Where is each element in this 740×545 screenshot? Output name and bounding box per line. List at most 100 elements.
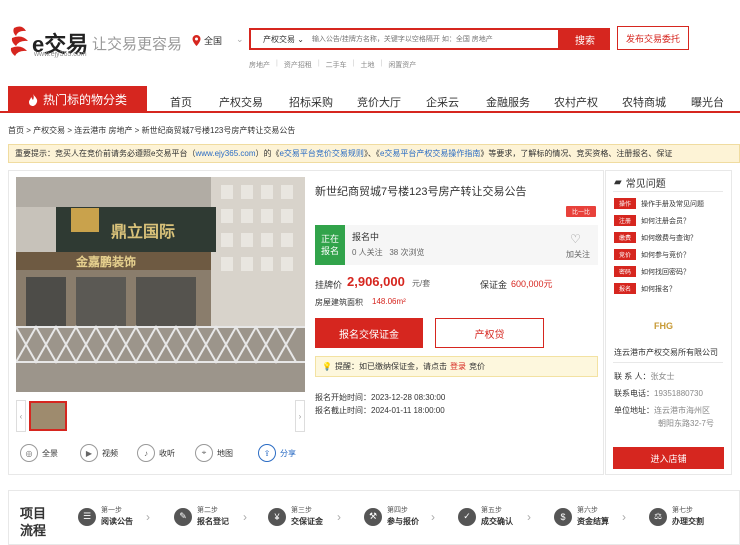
faq-item[interactable]: 报名 如何报名？ [614, 283, 676, 294]
flow-title: 项目 流程 [20, 505, 46, 539]
follow-button[interactable]: 加关注 [566, 249, 590, 260]
faq-item[interactable]: 注册 如何注册会员？ [614, 215, 690, 226]
pay-deposit-button[interactable]: 报名交保证金 [315, 318, 423, 348]
graduation-cap-icon: ▰ [614, 177, 622, 188]
important-notice: 重要提示：竞买人在竞价前请务必遵照e交易平台（ www.ejy365.com ）… [8, 144, 740, 163]
step-title: 阅读公告 [101, 517, 133, 526]
address-label: 单位地址： [614, 406, 654, 415]
status-text: 报名中 [352, 232, 380, 242]
step-title: 成交确认 [481, 517, 513, 526]
flow-title-line: 项目 [20, 506, 47, 521]
notice-text: 重要提示：竞买人在竞价前请务必遵照e交易平台（ [15, 149, 196, 158]
category-menu-button[interactable]: 热门标的物分类 [8, 86, 147, 113]
notice-guide-link[interactable]: e交易平台产权交易操作指南 [380, 148, 480, 159]
tool-label: 视频 [102, 448, 118, 458]
logo-mark-icon [8, 24, 34, 58]
video-icon: ▶ [80, 444, 98, 462]
flow-step: $ 第六步 资金结算 [554, 505, 609, 528]
scales-icon: ⚖ [649, 507, 667, 526]
hot-word-link[interactable]: 二手车 [326, 60, 347, 70]
hot-word-link[interactable]: 房地产 [249, 60, 270, 70]
org-logo: FHG [654, 321, 673, 331]
faq-item[interactable]: 缴费 如何缴费与查询？ [614, 232, 697, 243]
signup-start-time: 报名开始时间：2023-12-28 08:30:00 [315, 393, 446, 402]
notice-text: 》等要求，了解标的情况、竞买资格、注册报名、保证 [480, 149, 673, 158]
faq-item[interactable]: 密码 如何找回密码？ [614, 266, 690, 277]
notice-site-link[interactable]: www.ejy365.com [195, 149, 255, 158]
flow-step: ✓ 第五步 成交确认 [458, 505, 513, 528]
chevron-right-icon: › [337, 510, 341, 524]
check-icon: ✓ [458, 507, 476, 526]
region-label: 全国 [204, 36, 223, 46]
chevron-right-icon: › [243, 510, 247, 524]
nav-exposure[interactable]: 曝光台 [691, 94, 724, 110]
step-number: 第四步 [387, 507, 408, 514]
nav-property-trade[interactable]: 产权交易 [219, 94, 263, 110]
faq-item[interactable]: 操作 操作手册及常见问题 [614, 198, 704, 209]
search-button[interactable]: 搜索 [560, 28, 610, 50]
search-category-dropdown[interactable]: 产权交易 ⌄ [251, 34, 312, 45]
faq-title: ▰ 常见问题 [614, 175, 666, 190]
nav-bidding-hall[interactable]: 竞价大厅 [357, 94, 401, 110]
thumb-next-button[interactable]: › [295, 400, 305, 432]
property-loan-button[interactable]: 产权贷 [435, 318, 544, 348]
enter-shop-button[interactable]: 进入店铺 [613, 447, 724, 469]
area-label: 房屋建筑面积 [315, 298, 363, 307]
chevron-right-icon: › [527, 510, 531, 524]
chevron-down-icon[interactable]: ⌄ [236, 34, 244, 45]
tool-map[interactable]: ⌖ 地图 [195, 442, 233, 464]
step-title: 报名登记 [197, 517, 229, 526]
faq-item[interactable]: 竞价 如何参与竞价？ [614, 249, 690, 260]
breadcrumb[interactable]: 首页 > 产权交易 > 连云港市 房地产 > 新世纪商贸城7号楼123号房产转让… [8, 125, 295, 136]
price-label: 挂牌价 [315, 280, 343, 290]
nav-rural-property[interactable]: 农村产权 [554, 94, 598, 110]
heart-icon[interactable]: ♡ [570, 232, 581, 246]
thumb-prev-button[interactable]: ‹ [16, 400, 26, 432]
document-icon: ☰ [78, 507, 96, 526]
faq-tag: 竞价 [614, 249, 636, 260]
faq-title-label: 常见问题 [625, 179, 666, 190]
deposit-tip: 💡 提醒：如已缴纳保证金，请点击 登录 竞价 [315, 356, 598, 377]
signup-end-time: 报名截止时间：2024-01-11 18:00:00 [315, 406, 445, 415]
status-tag-line: 正在 [320, 234, 339, 244]
nav-specialty-mall[interactable]: 农特商城 [622, 94, 666, 110]
property-photo[interactable]: 鼎立国际 金嘉鹏装饰 [16, 177, 305, 392]
tool-share[interactable]: ⇪ 分享 [258, 442, 296, 464]
nav-home[interactable]: 首页 [170, 94, 192, 110]
edit-icon: ✎ [174, 507, 192, 526]
contact-phone: 联系电话：19351880730 [614, 388, 703, 399]
address-value-line-2: 朝阳东路32-7号 [658, 419, 715, 428]
location-pin-icon [192, 35, 201, 46]
hot-word-link[interactable]: 资产招租 [284, 60, 312, 70]
faq-tag: 操作 [614, 198, 636, 209]
followers-count: 0 人关注 [352, 248, 383, 257]
flame-icon [28, 93, 38, 106]
tool-listen[interactable]: ♪ 收听 [137, 442, 175, 464]
contact-value: 张女士 [650, 372, 675, 381]
chevron-right-icon: › [146, 510, 150, 524]
photo-thumbnail[interactable] [29, 401, 67, 431]
lightbulb-icon: 💡 [322, 362, 332, 371]
shield-yuan-icon: ¥ [268, 507, 286, 526]
login-link[interactable]: 登录 [450, 361, 466, 372]
address-value: 连云港市海州区 [654, 406, 710, 415]
tool-label: 收听 [159, 448, 175, 458]
tool-panorama[interactable]: ◎ 全景 [20, 442, 58, 464]
tool-video[interactable]: ▶ 视频 [80, 442, 118, 464]
faq-text: 操作手册及常见问题 [641, 200, 704, 208]
logo-url: www.ejy365.com [34, 51, 87, 58]
faq-tag: 报名 [614, 283, 636, 294]
hot-word-link[interactable]: 闲置资产 [388, 60, 416, 70]
publish-entrust-button[interactable]: 发布交易委托 [617, 26, 689, 50]
compare-badge[interactable]: 比一比 [566, 206, 596, 217]
nav-enterprise-purchase[interactable]: 企采云 [426, 94, 459, 110]
search-input[interactable] [311, 30, 558, 48]
company-name[interactable]: 连云港市产权交易所有限公司 [614, 347, 718, 358]
notice-rule-link[interactable]: e交易平台竞价交易规则 [279, 148, 363, 159]
nav-tender[interactable]: 招标采购 [289, 94, 333, 110]
slogan: 让交易更容易 [92, 36, 183, 53]
listing-title: 新世纪商贸城7号楼123号房产转让交易公告 [315, 186, 527, 198]
region-selector[interactable]: 全国 [192, 34, 222, 47]
hot-word-link[interactable]: 土地 [360, 60, 374, 70]
nav-finance[interactable]: 金融服务 [486, 94, 530, 110]
